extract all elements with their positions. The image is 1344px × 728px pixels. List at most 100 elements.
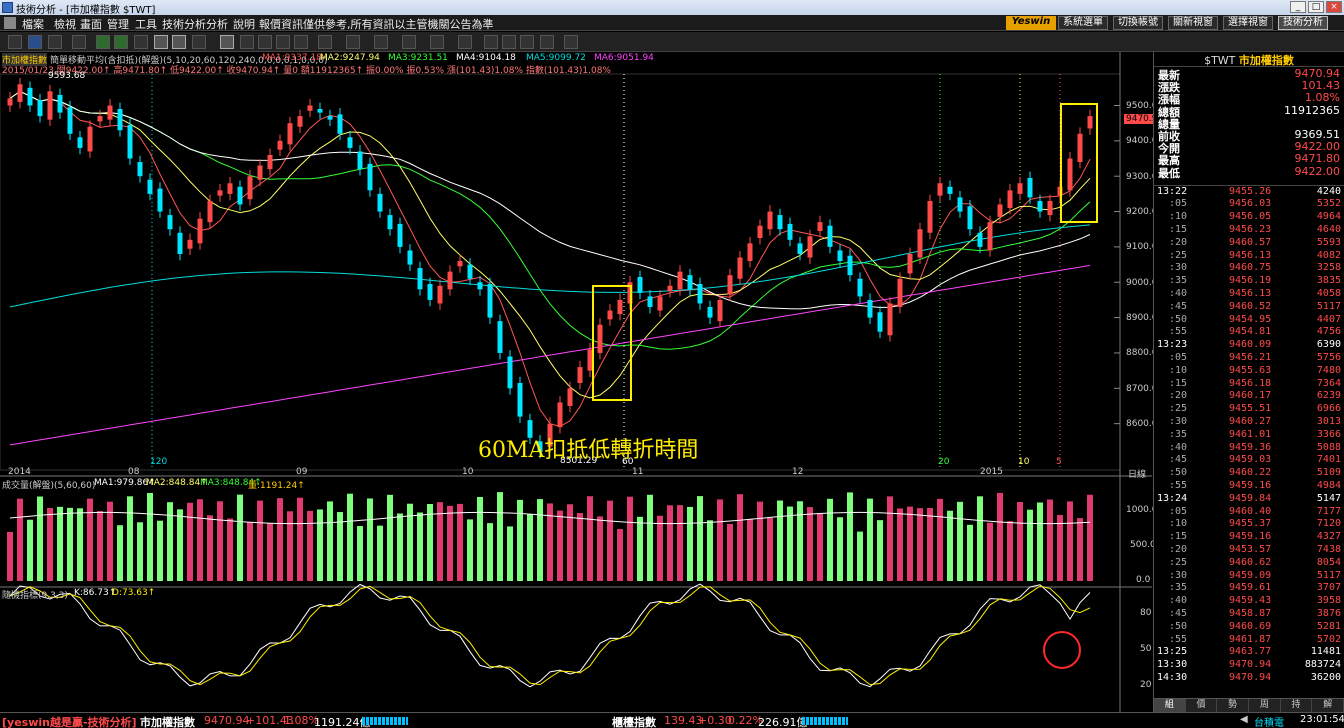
speaker-icon[interactable]: ◀ (1240, 714, 1248, 725)
system-menu-button[interactable]: 系統選單 (1058, 16, 1108, 30)
candle-body (797, 243, 803, 254)
tick-row[interactable]: 13:22 9455.26 4240 (1154, 186, 1344, 198)
tick-row[interactable]: :20 9460.17 6239 (1154, 390, 1344, 402)
ray-tool-icon[interactable] (258, 35, 272, 49)
candle-body (727, 275, 733, 295)
tick-row[interactable]: :20 9460.57 5593 (1154, 237, 1344, 249)
switch-account-button[interactable]: 切換帳號 (1113, 16, 1163, 30)
delete-icon[interactable] (540, 35, 554, 49)
tick-row[interactable]: 13:24 9459.84 5147 (1154, 493, 1344, 505)
weight-icon[interactable] (72, 35, 86, 49)
tick-row[interactable]: :30 9460.75 3258 (1154, 262, 1344, 274)
minimize-icon[interactable]: _ (1290, 1, 1306, 13)
menu-help[interactable]: 說明 (233, 16, 255, 32)
pointer-icon[interactable] (220, 35, 234, 49)
tick-time: :05 (1169, 505, 1188, 517)
tick-row[interactable]: :25 9455.51 6966 (1154, 403, 1344, 415)
layout-icon[interactable] (134, 35, 148, 49)
tick-row[interactable]: 13:25 9463.77 11481 (1154, 646, 1344, 658)
tick-row[interactable]: :05 9460.40 7177 (1154, 506, 1344, 518)
menu-manage[interactable]: 管理 (107, 16, 129, 32)
tick-row[interactable]: :45 9458.87 3876 (1154, 608, 1344, 620)
candle-icon[interactable] (172, 35, 186, 49)
menu-tools[interactable]: 工具 (135, 16, 157, 32)
tick-row[interactable]: :10 9455.37 7120 (1154, 518, 1344, 530)
tick-row[interactable]: :10 9455.63 7480 (1154, 365, 1344, 377)
quote-tab-hold[interactable]: 持 (1281, 699, 1313, 712)
eraser-icon[interactable] (502, 35, 516, 49)
line-tool-icon[interactable] (240, 35, 254, 49)
chart-type-icon[interactable] (154, 35, 168, 49)
volume-bar (657, 515, 663, 581)
refresh-icon[interactable] (96, 35, 110, 49)
tick-row[interactable]: :40 9459.43 3958 (1154, 595, 1344, 607)
maximize-icon[interactable]: □ (1308, 1, 1324, 13)
menu-view[interactable]: 檢視 (54, 16, 76, 32)
close-icon[interactable]: × (1326, 1, 1342, 13)
menu-analysis[interactable]: 分析 (206, 16, 228, 32)
crosshair-icon[interactable] (8, 35, 22, 49)
new-window-button[interactable]: 關新視窗 (1168, 16, 1218, 30)
volume-current: 量:1191.24↑ (248, 481, 305, 491)
tick-row[interactable]: :55 9454.81 4756 (1154, 326, 1344, 338)
tick-row[interactable]: :05 9456.03 5352 (1154, 198, 1344, 210)
pencil-tool-icon[interactable] (346, 35, 360, 49)
tick-row[interactable]: :15 9456.18 7364 (1154, 378, 1344, 390)
tick-row[interactable]: :55 9459.16 4984 (1154, 480, 1344, 492)
tick-price: 9460.62 (1229, 556, 1272, 568)
quote-tab-price[interactable]: 價 (1186, 699, 1218, 712)
tick-row[interactable]: :35 9456.19 3835 (1154, 275, 1344, 287)
tick-row[interactable]: :45 9459.03 7401 (1154, 454, 1344, 466)
tick-row[interactable]: :25 9456.13 4082 (1154, 250, 1344, 262)
tick-row[interactable]: :20 9453.57 7438 (1154, 544, 1344, 556)
zoom-icon[interactable] (48, 35, 62, 49)
tick-row[interactable]: :55 9461.87 5702 (1154, 634, 1344, 646)
menu-file[interactable]: 檔案 (22, 16, 44, 32)
marker-tool-icon[interactable] (374, 35, 388, 49)
tick-row[interactable]: :45 9460.52 5117 (1154, 301, 1344, 313)
select-window-button[interactable]: 選擇視窗 (1223, 16, 1273, 30)
trend-tool-icon[interactable] (276, 35, 290, 49)
menu-technical[interactable]: 技術分析 (162, 16, 206, 32)
tick-row[interactable]: :30 9459.09 5117 (1154, 570, 1344, 582)
quote-tab-analysis[interactable]: 解 (1312, 699, 1344, 712)
candle-body (267, 154, 273, 170)
save-icon[interactable] (564, 35, 578, 49)
move-icon[interactable] (28, 35, 42, 49)
tick-row[interactable]: :15 9459.16 4327 (1154, 531, 1344, 543)
tick-row[interactable]: :50 9460.69 5281 (1154, 621, 1344, 633)
tick-row[interactable]: :30 9460.27 3013 (1154, 416, 1344, 428)
tick-row[interactable]: 14:30 9470.94 36200 (1154, 672, 1344, 684)
tick-row[interactable]: :10 9456.05 4964 (1154, 211, 1344, 223)
quote-tab-trend[interactable]: 勢 (1217, 699, 1250, 712)
channel-tool-icon[interactable] (294, 35, 308, 49)
candle-body (397, 223, 403, 247)
technical-chart[interactable] (0, 52, 1152, 712)
tick-row[interactable]: 13:23 9460.09 6390 (1154, 339, 1344, 351)
tick-row[interactable]: :05 9456.21 5756 (1154, 352, 1344, 364)
tick-row[interactable]: :50 9454.95 4407 (1154, 314, 1344, 326)
period-icon[interactable] (192, 35, 206, 49)
grid-icon[interactable] (114, 35, 128, 49)
tick-row[interactable]: :25 9460.62 8054 (1154, 557, 1344, 569)
ellipse-tool-icon[interactable] (430, 35, 444, 49)
fib-tool-icon[interactable] (318, 35, 332, 49)
quote-tab-group[interactable]: 組 (1154, 699, 1186, 712)
tick-row[interactable]: :40 9459.36 5088 (1154, 442, 1344, 454)
tick-row[interactable]: :40 9456.13 4058 (1154, 288, 1344, 300)
menu-screen[interactable]: 畫面 (80, 16, 102, 32)
system-menu-icon[interactable] (4, 17, 16, 29)
tick-row[interactable]: :15 9456.23 4640 (1154, 224, 1344, 236)
volume-bar (1007, 521, 1013, 581)
text-tool-icon[interactable] (458, 35, 472, 49)
tick-row[interactable]: :50 9460.22 5109 (1154, 467, 1344, 479)
tick-row[interactable]: 13:30 9470.94 883724 (1154, 659, 1344, 671)
tick-list[interactable]: 13:22 9455.26 4240:05 9456.03 5352:10 9456.05… (1154, 186, 1344, 706)
tick-row[interactable]: :35 9461.01 3366 (1154, 429, 1344, 441)
technical-analysis-button[interactable]: 技術分析 (1278, 16, 1328, 30)
copy-icon[interactable] (484, 35, 498, 49)
link-icon[interactable] (520, 35, 534, 49)
tick-row[interactable]: :35 9459.61 3707 (1154, 582, 1344, 594)
quote-tab-week[interactable]: 周 (1249, 699, 1281, 712)
rectangle-tool-icon[interactable] (402, 35, 416, 49)
